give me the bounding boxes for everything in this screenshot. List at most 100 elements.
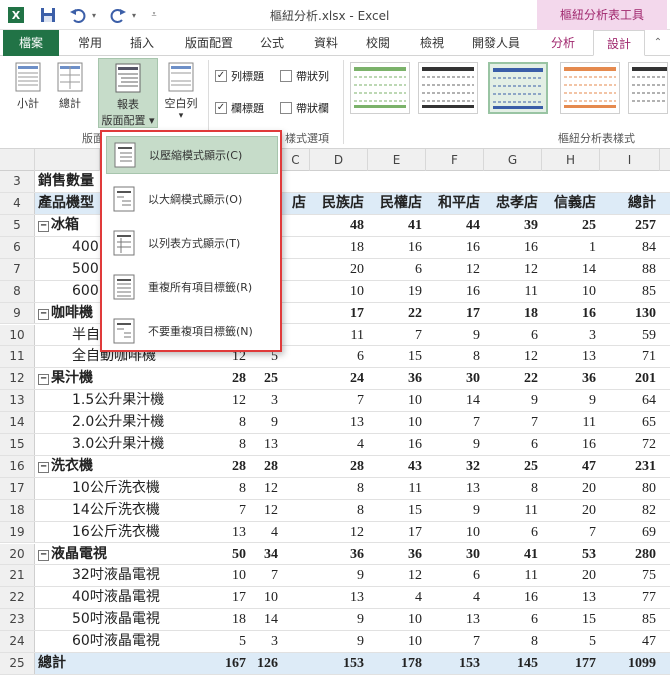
value-cell[interactable]: 12 [252, 478, 282, 499]
store-header[interactable]: 店 [282, 193, 310, 214]
value-cell[interactable]: 177 [542, 653, 600, 674]
value-cell[interactable]: 7 [252, 565, 282, 586]
value-cell[interactable]: 6 [484, 325, 542, 346]
row-label[interactable]: 600 [72, 281, 99, 302]
value-cell[interactable]: 8 [484, 631, 542, 652]
value-cell[interactable]: 167 [210, 653, 250, 674]
value-cell[interactable]: 17 [368, 522, 426, 543]
row-number[interactable]: 4 [0, 193, 35, 214]
tab-insert[interactable]: 插入 [122, 30, 162, 56]
value-cell[interactable]: 4 [368, 587, 426, 608]
pivot-value-header[interactable]: 銷售數量 [38, 171, 94, 192]
tab-home[interactable]: 常用 [70, 30, 110, 56]
pivot-style-thumb[interactable] [350, 62, 410, 114]
value-cell[interactable]: 13 [310, 587, 368, 608]
banded-rows-checkbox[interactable]: 帶狀列 [280, 68, 329, 84]
value-cell[interactable]: 7 [542, 522, 600, 543]
pivot-row-field-header[interactable]: 產品機型 [38, 193, 94, 214]
row-number[interactable]: 20 [0, 543, 35, 565]
column-header-f[interactable]: F [426, 149, 484, 171]
redo-icon[interactable] [108, 5, 128, 25]
tab-developer[interactable]: 開發人員 [465, 30, 527, 56]
value-cell[interactable]: 11 [484, 500, 542, 521]
row-label[interactable]: 40吋液晶電視 [72, 587, 160, 608]
row-number[interactable]: 22 [0, 587, 35, 609]
menu-item-compact-form[interactable]: 以壓縮模式顯示(C) [106, 136, 278, 174]
store-header[interactable]: 和平店 [426, 193, 484, 214]
collapse-icon[interactable]: − [38, 221, 49, 232]
value-cell[interactable]: 36 [368, 368, 426, 389]
value-cell[interactable]: 15 [368, 500, 426, 521]
column-header-b[interactable] [35, 149, 100, 171]
value-cell[interactable]: 17 [426, 303, 484, 324]
value-cell[interactable]: 10 [210, 565, 250, 586]
row-label[interactable]: − 咖啡機 [38, 303, 93, 324]
row-number[interactable]: 19 [0, 521, 35, 543]
value-cell[interactable]: 4 [252, 522, 282, 543]
value-cell[interactable]: 9 [252, 412, 282, 433]
value-cell[interactable]: 48 [310, 215, 368, 236]
value-cell[interactable]: 14 [542, 259, 600, 280]
value-cell[interactable]: 24 [310, 368, 368, 389]
grand-total-header[interactable]: 總計 [600, 193, 660, 214]
row-label[interactable]: 3.0公升果汁機 [72, 434, 164, 455]
row-number[interactable]: 13 [0, 390, 35, 412]
tab-analyze[interactable]: 分析 [540, 30, 586, 56]
value-cell[interactable]: 15 [368, 346, 426, 367]
value-cell[interactable]: 12 [484, 259, 542, 280]
value-cell[interactable]: 10 [368, 609, 426, 630]
column-header-i[interactable]: I [600, 149, 660, 171]
row-total-cell[interactable]: 201 [600, 368, 660, 389]
row-number[interactable]: 16 [0, 455, 35, 477]
row-total-cell[interactable]: 231 [600, 456, 660, 477]
select-all-corner[interactable] [0, 149, 35, 171]
row-label[interactable]: 60吋液晶電視 [72, 631, 160, 652]
row-number[interactable]: 11 [0, 346, 35, 368]
value-cell[interactable]: 145 [484, 653, 542, 674]
value-cell[interactable]: 39 [484, 215, 542, 236]
tab-page-layout[interactable]: 版面配置 [178, 30, 240, 56]
value-cell[interactable]: 3 [252, 631, 282, 652]
value-cell[interactable]: 7 [368, 325, 426, 346]
value-cell[interactable]: 6 [368, 259, 426, 280]
row-total-cell[interactable]: 64 [600, 390, 660, 411]
row-label[interactable]: 1.5公升果汁機 [72, 390, 164, 411]
value-cell[interactable]: 8 [426, 346, 484, 367]
value-cell[interactable]: 6 [310, 346, 368, 367]
row-label[interactable]: 10公斤洗衣機 [72, 478, 160, 499]
value-cell[interactable]: 3 [542, 325, 600, 346]
row-label[interactable]: − 液晶電視 [38, 544, 107, 565]
row-total-cell[interactable]: 85 [600, 281, 660, 302]
value-cell[interactable]: 10 [542, 281, 600, 302]
value-cell[interactable]: 36 [368, 544, 426, 565]
value-cell[interactable]: 53 [542, 544, 600, 565]
value-cell[interactable]: 10 [426, 522, 484, 543]
value-cell[interactable]: 36 [542, 368, 600, 389]
value-cell[interactable]: 11 [542, 412, 600, 433]
value-cell[interactable]: 44 [426, 215, 484, 236]
blank-rows-button[interactable]: 空白列 ▾ [160, 62, 202, 122]
row-number[interactable]: 23 [0, 609, 35, 631]
value-cell[interactable]: 7 [484, 412, 542, 433]
row-label[interactable]: 50吋液晶電視 [72, 609, 160, 630]
row-number[interactable]: 25 [0, 653, 35, 674]
menu-item-outline-form[interactable]: 以大綱模式顯示(O) [106, 180, 278, 218]
value-cell[interactable]: 50 [210, 544, 250, 565]
value-cell[interactable]: 9 [426, 434, 484, 455]
value-cell[interactable]: 16 [542, 303, 600, 324]
row-total-cell[interactable]: 280 [600, 544, 660, 565]
row-number[interactable]: 24 [0, 631, 35, 652]
row-label[interactable]: 32吋液晶電視 [72, 565, 160, 586]
value-cell[interactable]: 4 [426, 587, 484, 608]
value-cell[interactable]: 5 [542, 631, 600, 652]
row-number[interactable]: 9 [0, 302, 35, 324]
row-total-cell[interactable]: 72 [600, 434, 660, 455]
row-total-cell[interactable]: 80 [600, 478, 660, 499]
row-total-cell[interactable]: 47 [600, 631, 660, 652]
value-cell[interactable]: 18 [310, 237, 368, 258]
value-cell[interactable]: 9 [426, 500, 484, 521]
store-header[interactable]: 民族店 [310, 193, 368, 214]
value-cell[interactable]: 10 [252, 587, 282, 608]
collapse-icon[interactable]: − [38, 461, 49, 473]
pivot-style-thumb[interactable] [418, 62, 478, 114]
